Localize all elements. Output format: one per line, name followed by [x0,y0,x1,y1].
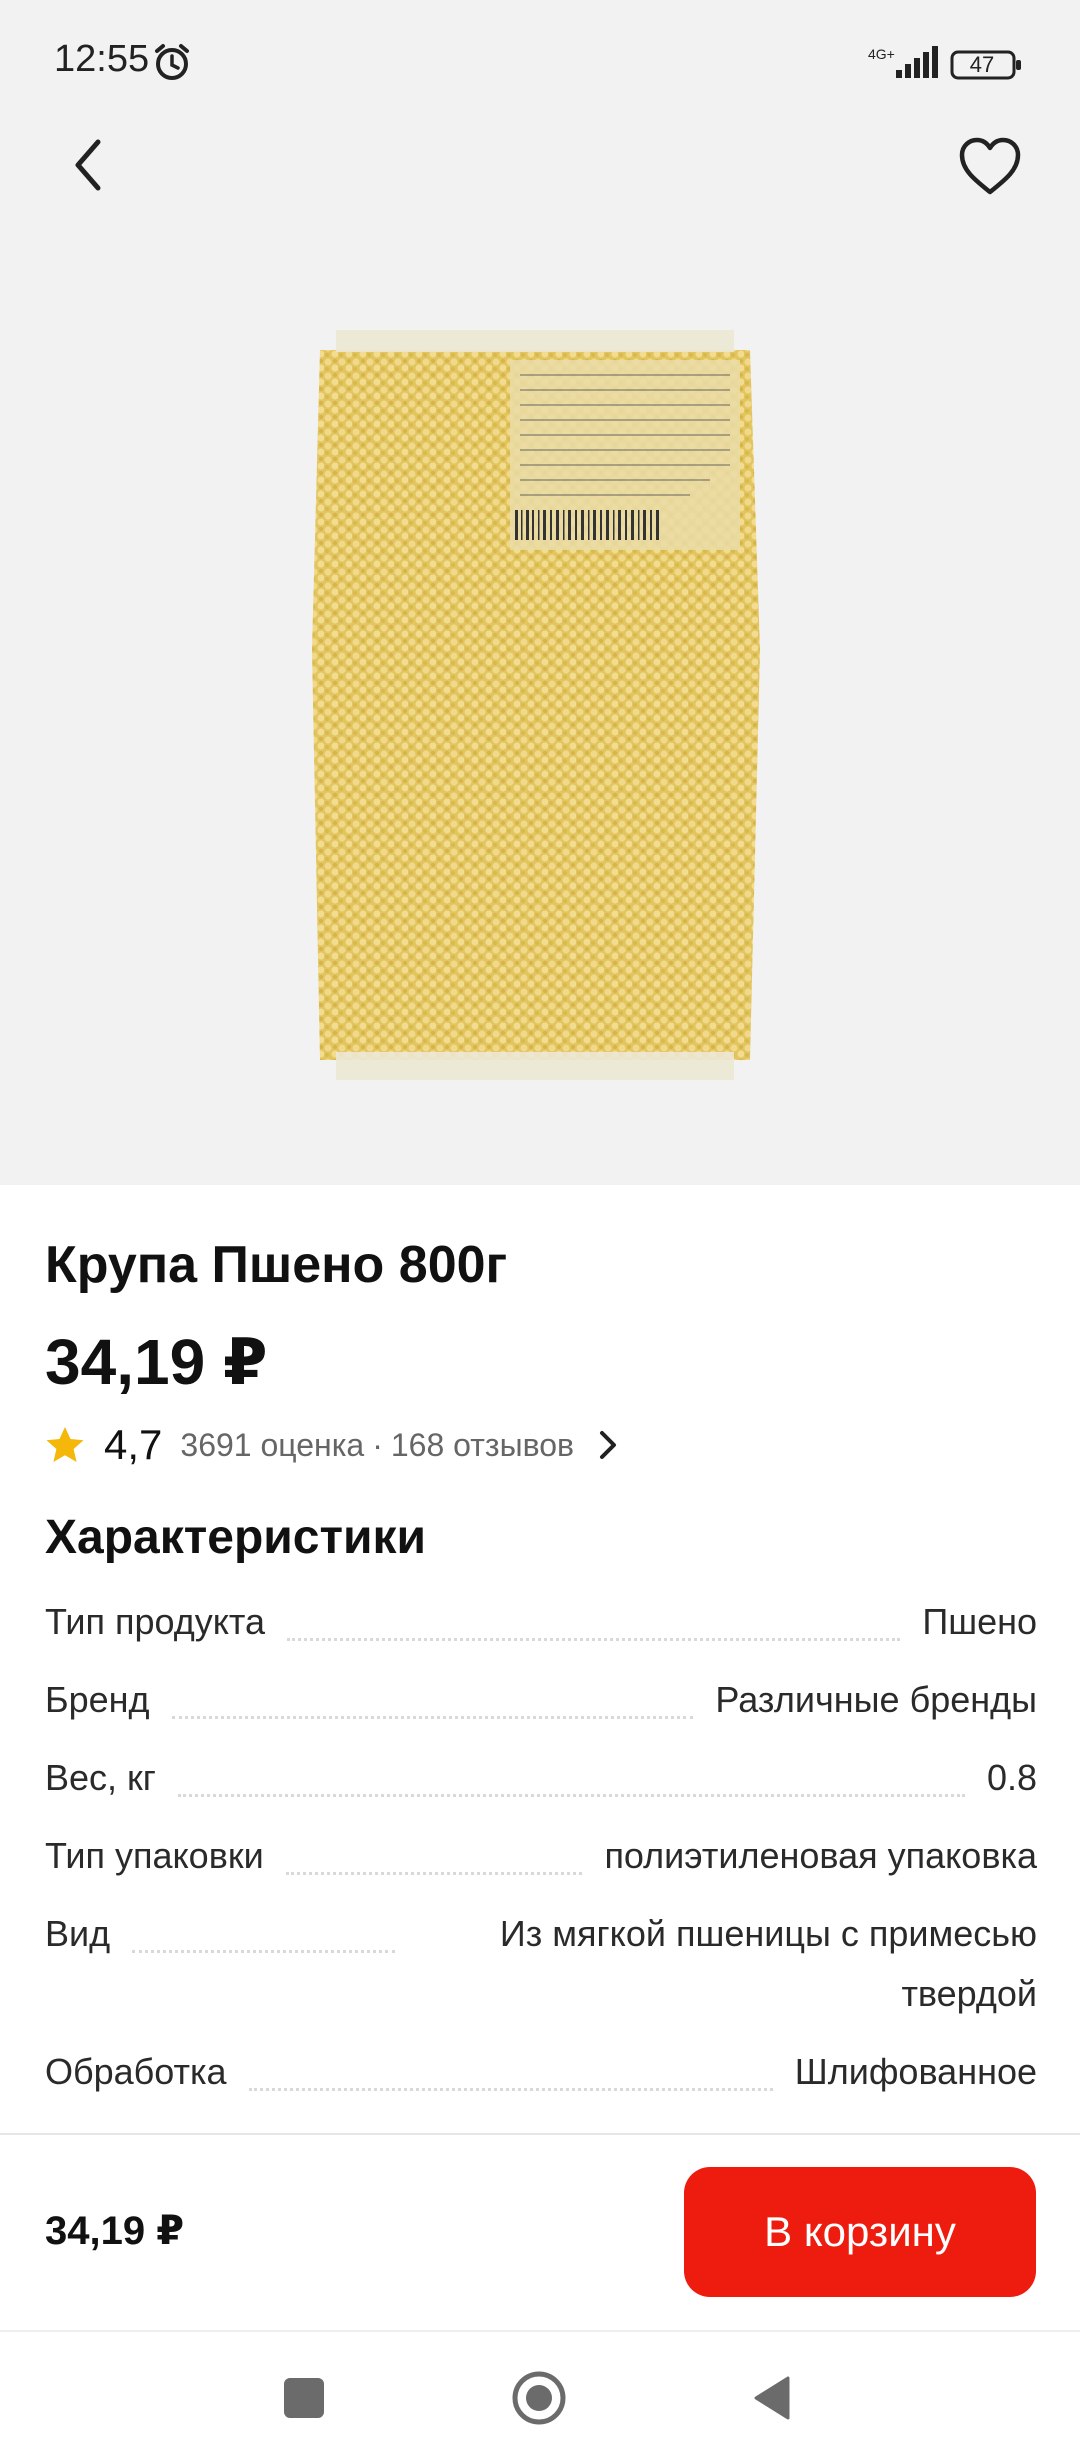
spec-row-kind: Вид Из мягкой пшеницы с примесью твердой [45,1912,1037,2050]
recent-apps-button[interactable] [284,2378,324,2418]
home-button[interactable] [511,2370,567,2426]
spec-dots [248,2050,773,2091]
characteristics-title: Характеристики [45,1511,427,1564]
spec-row-weight: Вес, кг 0.8 [45,1756,1037,1834]
heart-icon [959,137,1021,195]
chevron-left-icon [75,139,101,191]
system-back-button[interactable] [752,2374,792,2422]
rating-separator: · [372,1426,383,1463]
spec-value: Различные бренды [715,1679,1037,1720]
spec-value: полиэтиленовая упаковка [604,1835,1037,1876]
rating-value: 4,7 [104,1421,163,1468]
spec-label: Тип упаковки [45,1835,264,1876]
network-label: 4G+ [868,46,895,62]
spec-label: Вид [45,1913,111,1954]
spec-label: Обработка [45,2051,227,2092]
spec-dots [171,1678,694,1719]
signal-icon: 4G+ [868,46,938,78]
rating-count: 3691 оценка [180,1426,365,1463]
spec-value: 0.8 [986,1757,1037,1798]
alarm-icon [155,44,189,80]
spec-dots [285,1834,583,1875]
star-icon [46,1427,84,1462]
reviews-count: 168 отзывов [390,1426,574,1463]
spec-row-package-type: Тип упаковки полиэтиленовая упаковка [45,1834,1037,1912]
battery-level: 47 [969,52,995,77]
spec-dots [287,1600,901,1641]
favorite-button[interactable] [955,132,1025,202]
rating-row[interactable]: 4,7 3691 оценка · 168 отзывов [44,1415,684,1475]
bottom-price: 34,19 ₽ [45,2209,185,2253]
back-button[interactable] [60,130,120,200]
spec-row-brand: Бренд Различные бренды [45,1678,1037,1756]
chevron-right-icon [600,1431,616,1459]
status-time: 12:55 [54,38,150,80]
status-bar: 12:55 4G+ 47 [0,0,1080,120]
spec-value: Шлифованное [794,2051,1037,2092]
spec-row-processing: Обработка Шлифованное [45,2050,1037,2128]
spec-value: Пшено [922,1601,1037,1642]
product-price: 34,19 ₽ [45,1326,268,1398]
spec-dots [132,1912,395,1953]
spec-row-product-type: Тип продукта Пшено [45,1600,1037,1678]
product-title: Крупа Пшено 800г [45,1236,508,1294]
product-image [312,330,760,1080]
spec-dots [177,1756,965,1797]
spec-label: Тип продукта [45,1601,266,1642]
spec-label: Вес, кг [45,1757,156,1798]
spec-label: Бренд [45,1679,150,1720]
characteristics-list: Тип продукта Пшено Бренд Различные бренд… [45,1600,1037,2128]
spec-value: Из мягкой пшеницы с примесью твердой [499,1913,1037,2014]
add-to-cart-button[interactable]: В корзину [684,2167,1036,2297]
bottom-bar-divider [0,2133,1080,2135]
